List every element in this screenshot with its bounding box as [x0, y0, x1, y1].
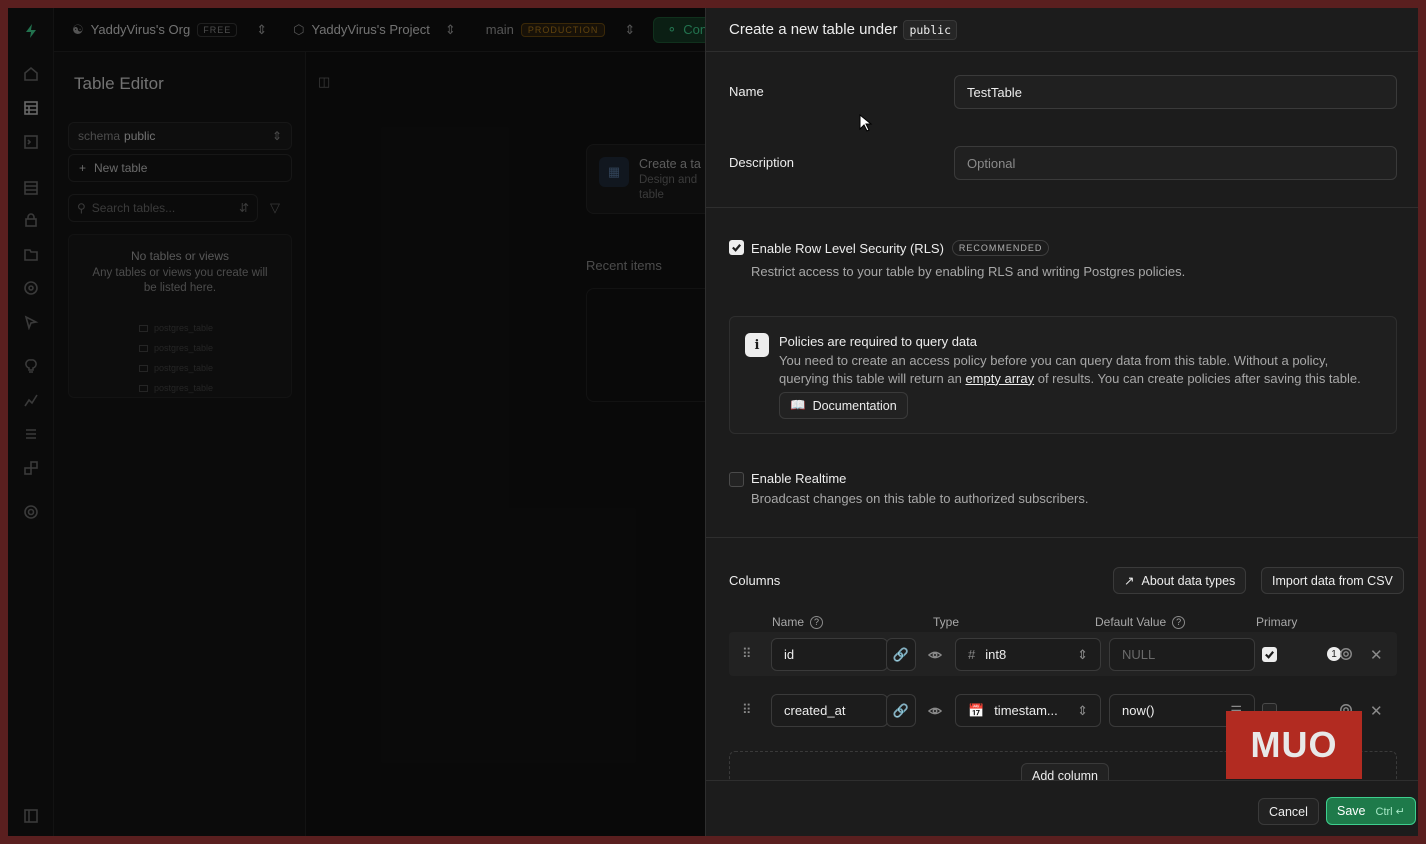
save-button[interactable]: Save Ctrl ↵: [1326, 797, 1416, 825]
about-data-types-button[interactable]: ↗ About data types: [1113, 567, 1247, 594]
columns-heading: Columns: [729, 573, 781, 588]
foreign-key-link-icon[interactable]: 🔗: [886, 694, 916, 727]
description-label: Description: [729, 155, 795, 170]
realtime-description: Broadcast changes on this table to autho…: [751, 491, 1089, 506]
book-icon: 📖: [790, 398, 806, 412]
info-icon: i: [745, 333, 769, 357]
gear-icon[interactable]: [1339, 647, 1353, 661]
empty-array-link[interactable]: empty array: [965, 371, 1034, 386]
name-label: Name: [729, 84, 764, 99]
save-shortcut: Ctrl ↵: [1375, 805, 1405, 818]
calendar-icon: 📅: [968, 702, 985, 718]
save-label: Save: [1337, 804, 1366, 818]
import-csv-label: Import data from CSV: [1272, 573, 1393, 588]
chevron-updown-icon: ⇕: [1077, 702, 1088, 718]
default-value-input[interactable]: NULL: [1109, 638, 1255, 671]
column-type-select[interactable]: 📅 timestam... ⇕: [955, 694, 1101, 727]
foreign-key-link-icon[interactable]: 🔗: [886, 638, 916, 671]
realtime-label: Enable Realtime: [751, 471, 847, 486]
help-icon: ?: [810, 615, 824, 629]
col-header-default: Default Value?: [1095, 615, 1186, 629]
column-type-value: int8: [985, 647, 1007, 662]
documentation-label: Documentation: [812, 398, 897, 413]
hash-icon: #: [968, 647, 976, 662]
column-type-select[interactable]: # int8 ⇕: [955, 638, 1101, 671]
column-type-value: timestam...: [994, 703, 1058, 718]
divider: [706, 207, 1418, 208]
rls-label: Enable Row Level Security (RLS): [751, 240, 944, 256]
panel-title: Create a new table under: [729, 21, 898, 38]
description-input[interactable]: Optional: [954, 146, 1397, 180]
column-name-input[interactable]: id: [771, 638, 888, 671]
primary-checkbox[interactable]: [1262, 647, 1277, 662]
rls-label-row: Enable Row Level Security (RLS) RECOMMEN…: [751, 240, 1050, 256]
close-icon[interactable]: ✕: [1370, 646, 1383, 664]
import-csv-button[interactable]: Import data from CSV: [1261, 567, 1404, 594]
check-icon: [732, 244, 742, 252]
realtime-checkbox[interactable]: [729, 472, 744, 487]
cancel-button[interactable]: Cancel: [1258, 798, 1319, 825]
default-value-text: now(): [1122, 703, 1155, 718]
watermark-logo: MUO: [1226, 711, 1362, 779]
check-icon: [1265, 651, 1275, 659]
column-row-id: ⠿ id 🔗 # int8 ⇕ NULL 1 ✕: [729, 632, 1397, 676]
alert-title: Policies are required to query data: [779, 334, 978, 349]
schema-code: public: [903, 19, 957, 40]
help-icon: ?: [1172, 615, 1186, 629]
policies-alert: i Policies are required to query data Yo…: [729, 316, 1397, 434]
rls-checkbox[interactable]: [729, 240, 744, 255]
app-frame: ☯ YaddyVirus's Org FREE ⇕ ⬡ YaddyVirus's…: [8, 8, 1418, 836]
close-icon[interactable]: ✕: [1370, 702, 1383, 720]
about-data-types-label: About data types: [1141, 573, 1236, 588]
documentation-button[interactable]: 📖 Documentation: [779, 392, 908, 419]
col-header-primary: Primary: [1256, 615, 1298, 629]
drag-handle-icon[interactable]: ⠿: [742, 646, 752, 662]
table-name-input[interactable]: TestTable: [954, 75, 1397, 109]
column-name-input[interactable]: created_at: [771, 694, 888, 727]
alert-description: You need to create an access policy befo…: [779, 353, 1361, 386]
eye-icon[interactable]: [928, 704, 942, 718]
chevron-updown-icon: ⇕: [1077, 646, 1088, 662]
panel-footer: Cancel Save Ctrl ↵: [706, 780, 1418, 836]
col-header-name: Name?: [772, 615, 824, 629]
eye-icon[interactable]: [928, 648, 942, 662]
drag-handle-icon[interactable]: ⠿: [742, 702, 752, 718]
external-link-icon: ↗: [1124, 574, 1135, 588]
divider: [706, 537, 1418, 538]
panel-header: Create a new table under public: [706, 8, 1418, 52]
recommended-badge: RECOMMENDED: [951, 240, 1050, 256]
col-header-type: Type: [933, 615, 960, 629]
rls-description: Restrict access to your table by enablin…: [751, 264, 1186, 279]
mouse-cursor-icon: [859, 113, 873, 135]
